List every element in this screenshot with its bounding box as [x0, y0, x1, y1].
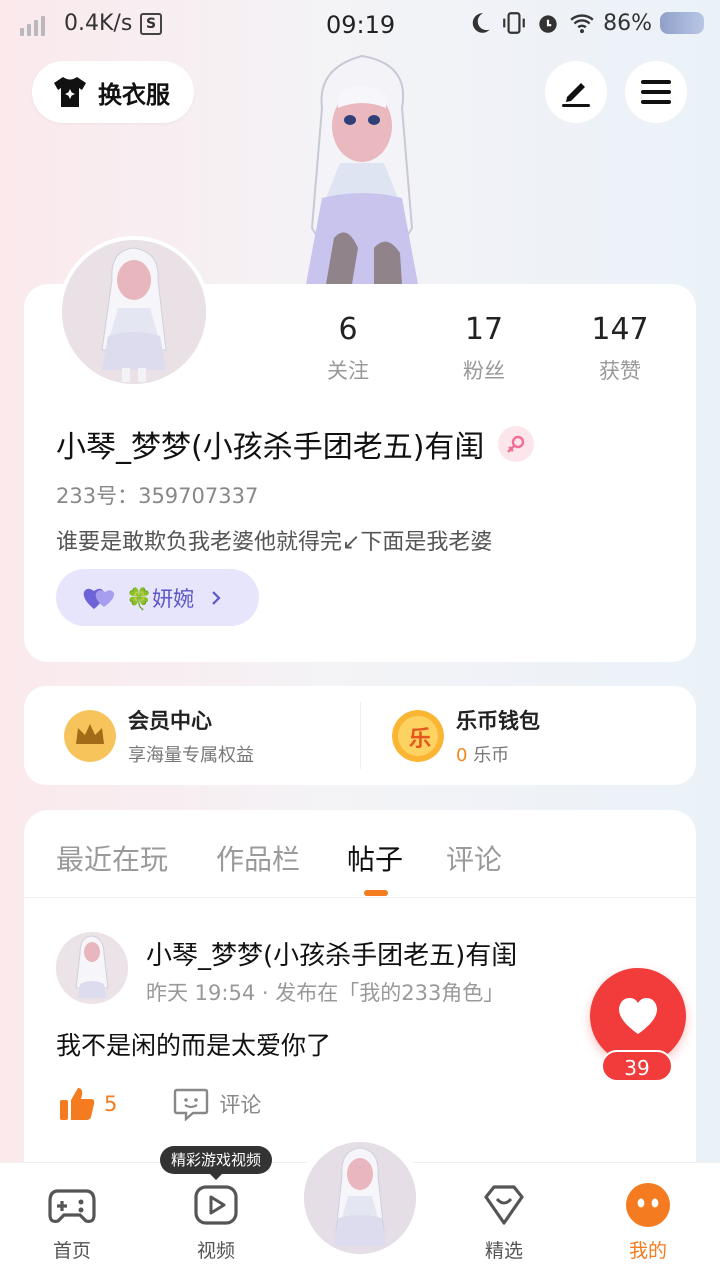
- s-badge-icon: S: [140, 13, 162, 35]
- thumbs-up-icon[interactable]: [58, 1086, 96, 1122]
- post-meta: 昨天 19:54 · 发布在「我的233角色」: [146, 981, 505, 1005]
- battery-percent: 86%: [603, 10, 652, 36]
- status-bar: 0.4K/s S 09:19 86%: [0, 0, 720, 50]
- nav-label: 视频: [196, 1240, 235, 1262]
- nav-label: 精选: [484, 1240, 523, 1262]
- gamepad-icon: [48, 1189, 96, 1223]
- avatar-character-image[interactable]: [262, 48, 462, 288]
- relation-label: 🍀妍婉: [126, 586, 195, 611]
- wallet-title: 乐币钱包: [456, 708, 540, 733]
- nav-home[interactable]: 首页: [22, 1163, 122, 1280]
- change-outfit-button[interactable]: 换衣服: [32, 61, 194, 123]
- moon-icon: [472, 13, 490, 33]
- tab-posts[interactable]: 帖子: [347, 838, 403, 878]
- edit-profile-button[interactable]: [545, 61, 607, 123]
- vip-card: 会员中心 享海量专属权益 乐币钱包 0 乐币: [24, 686, 696, 785]
- vibrate-icon: [503, 12, 525, 34]
- post-actions: 5 评论: [58, 1086, 261, 1122]
- tab-indicator: [364, 890, 388, 896]
- featured-icon: [484, 1185, 524, 1225]
- signal-icon: [20, 14, 48, 36]
- post-text[interactable]: 我不是闲的而是太爱你了: [56, 1026, 331, 1062]
- nav-me[interactable]: 我的: [598, 1163, 698, 1280]
- wallet-unit: 乐币: [473, 744, 510, 766]
- avatar-image: [62, 240, 206, 384]
- profile-avatar[interactable]: [58, 236, 210, 388]
- crown-icon: [64, 709, 116, 762]
- tab-bar: 最近在玩 作品栏 帖子 评论: [24, 810, 696, 898]
- divider: [360, 702, 361, 769]
- bio: 谁要是敢欺负我老婆他就得完↙下面是我老婆: [56, 530, 493, 555]
- stat-value: 147: [591, 312, 649, 347]
- stat-value: 17: [464, 312, 504, 347]
- tab-works[interactable]: 作品栏: [216, 838, 300, 878]
- stat-label: 粉丝: [463, 359, 505, 383]
- wallet-amount: 0: [456, 744, 468, 766]
- nav-label: 首页: [52, 1240, 91, 1262]
- comment-icon: [174, 1088, 209, 1121]
- nickname-row: 小琴_梦梦(小孩杀手团老五)有闺: [56, 422, 535, 466]
- like-count: 5: [104, 1092, 118, 1116]
- comment-button[interactable]: 评论: [173, 1087, 261, 1121]
- nav-label: 我的: [628, 1240, 667, 1262]
- heart-count: 39: [601, 1050, 673, 1082]
- heart-icon: [618, 998, 658, 1034]
- stat-followers[interactable]: 17 粉丝: [424, 312, 544, 385]
- stat-value: 6: [338, 312, 358, 347]
- stat-label: 关注: [327, 359, 369, 383]
- battery-icon: [660, 12, 704, 34]
- member-center[interactable]: 会员中心 享海量专属权益: [64, 686, 254, 785]
- chevron-right-icon: [212, 590, 221, 605]
- play-icon: [194, 1185, 238, 1225]
- status-icons: 86%: [467, 10, 704, 36]
- nav-center-avatar[interactable]: [296, 1134, 424, 1262]
- hamburger-icon: [641, 80, 671, 104]
- stat-likes[interactable]: 147 获赞: [560, 312, 680, 385]
- alarm-icon: [539, 15, 557, 33]
- tab-recent[interactable]: 最近在玩: [56, 838, 168, 878]
- coin-char: 乐: [408, 727, 431, 752]
- pen-icon: [562, 83, 590, 107]
- tab-comments[interactable]: 评论: [446, 838, 502, 878]
- wifi-icon: [570, 14, 594, 34]
- avatar-image: [304, 1142, 416, 1254]
- clock: 09:19: [326, 11, 396, 39]
- avatar-image: [56, 932, 128, 1004]
- change-outfit-label: 换衣服: [98, 80, 170, 109]
- menu-button[interactable]: [625, 61, 687, 123]
- member-title: 会员中心: [128, 708, 212, 733]
- post-author-name[interactable]: 小琴_梦梦(小孩杀手团老五)有闺: [146, 935, 517, 972]
- relation-chip[interactable]: 🍀妍婉: [56, 569, 259, 626]
- post-author-avatar[interactable]: [56, 932, 128, 1004]
- wallet-balance: 0 乐币: [456, 741, 540, 767]
- tshirt-icon: [54, 77, 86, 107]
- nickname: 小琴_梦梦(小孩杀手团老五)有闺: [56, 430, 485, 465]
- nav-featured[interactable]: 精选: [454, 1163, 554, 1280]
- member-subtitle: 享海量专属权益: [128, 744, 254, 766]
- female-icon: [498, 426, 535, 462]
- nav-video[interactable]: 视频: [166, 1163, 266, 1280]
- double-heart-icon: [83, 588, 115, 609]
- comment-label: 评论: [219, 1093, 262, 1117]
- video-tooltip: 精彩游戏视频: [160, 1146, 272, 1180]
- user-id: 233号：359707337: [56, 484, 259, 508]
- net-speed: 0.4K/s: [64, 11, 133, 36]
- profile-face-icon: [626, 1183, 670, 1227]
- stat-label: 获赞: [599, 359, 641, 383]
- stat-following[interactable]: 6 关注: [288, 312, 408, 385]
